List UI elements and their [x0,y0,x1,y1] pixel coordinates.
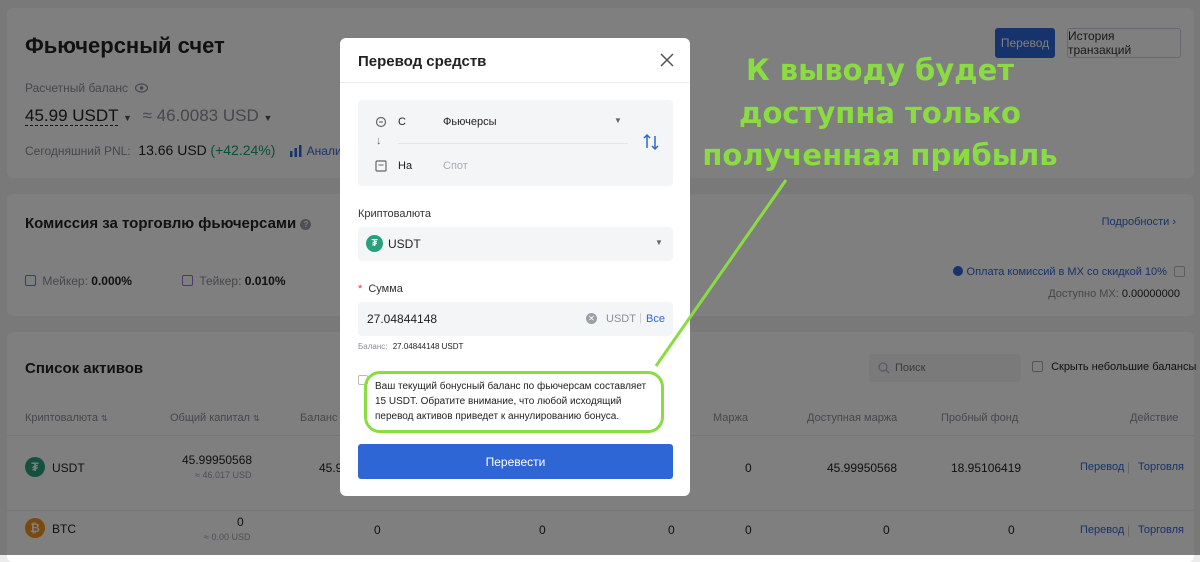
annotation-line-2: доступна только [739,96,1021,130]
annotation-line-1: К выводу будет [745,53,1015,87]
annotation-line-3: полученная прибыль [702,138,1058,172]
annotation-line [654,179,788,367]
